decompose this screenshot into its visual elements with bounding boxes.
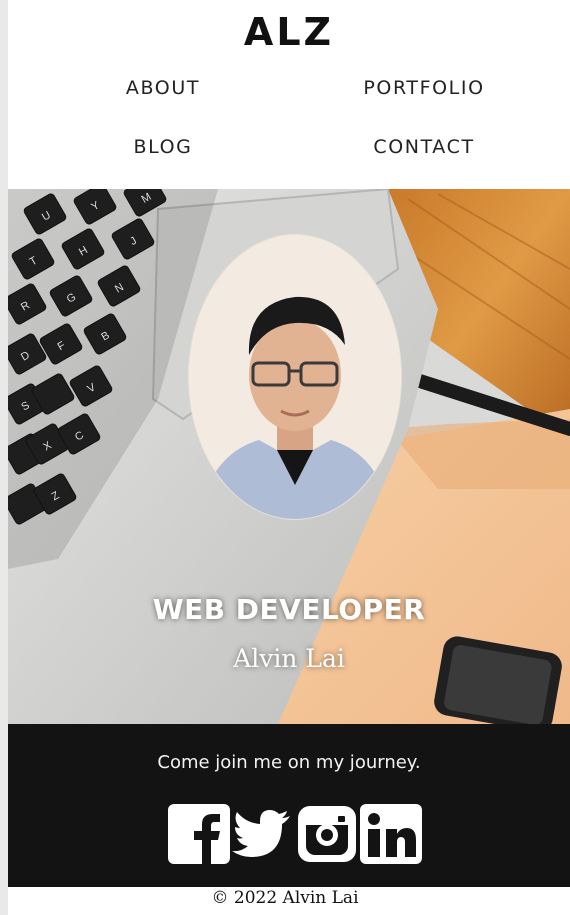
- footer-tagline: Come join me on my journey.: [157, 752, 421, 773]
- nav-blog[interactable]: BLOG: [63, 135, 263, 159]
- instagram-icon[interactable]: [296, 804, 358, 864]
- social-links: [168, 804, 422, 864]
- nav-portfolio[interactable]: PORTFOLIO: [324, 76, 524, 100]
- hero-title: WEB DEVELOPER: [152, 593, 426, 626]
- linkedin-icon[interactable]: [360, 804, 422, 864]
- footer: Come join me on my journey.: [8, 724, 570, 887]
- profile-photo: [188, 234, 402, 520]
- nav-contact[interactable]: CONTACT: [324, 135, 524, 159]
- hero-section: U Y H J N M T G B V F R D C X S Z WEB DE…: [8, 189, 570, 724]
- copyright-text: © 2022 Alvin Lai: [211, 888, 359, 908]
- hero-name: Alvin Lai: [233, 644, 345, 673]
- nav-about[interactable]: ABOUT: [63, 76, 263, 100]
- facebook-icon[interactable]: [168, 804, 230, 864]
- twitter-icon[interactable]: [232, 804, 294, 864]
- site-logo[interactable]: ALZ: [8, 8, 570, 56]
- page: ALZ ABOUT PORTFOLIO BLOG CONTACT U Y H J…: [8, 0, 570, 915]
